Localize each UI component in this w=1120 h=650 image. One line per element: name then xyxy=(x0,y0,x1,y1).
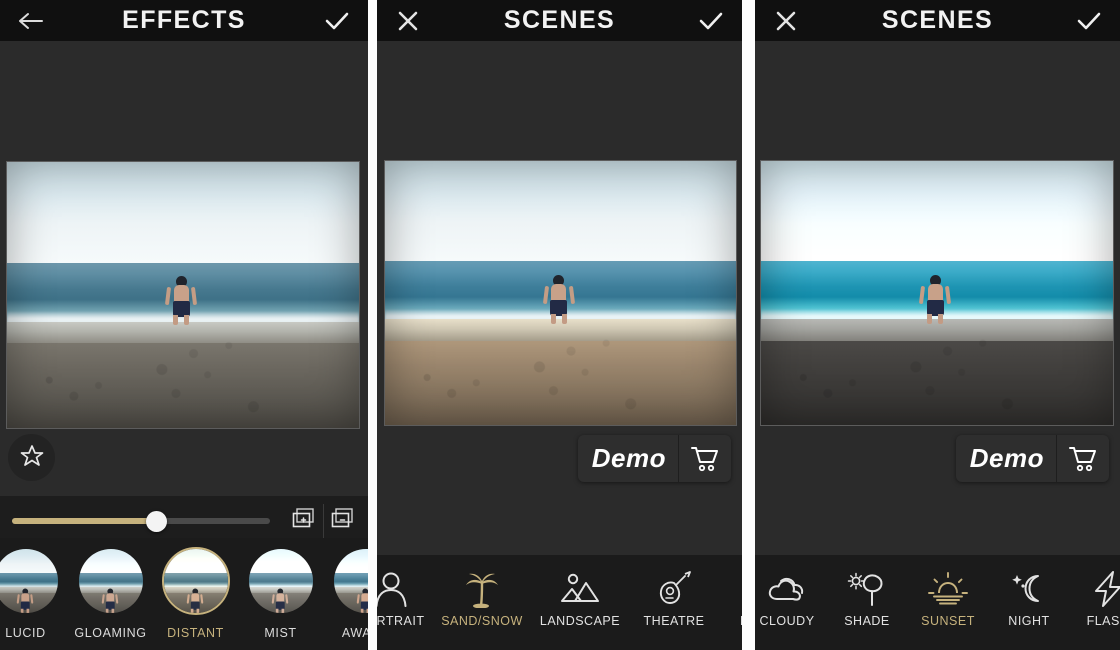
scenes-canvas: Demo xyxy=(377,41,742,650)
moon-stars-icon xyxy=(1007,569,1051,609)
filter-item-gloaming[interactable]: GLOAMING xyxy=(68,547,153,640)
scene-label: FOOD xyxy=(740,614,742,628)
page-title: SCENES xyxy=(881,6,994,34)
scene-label: SUNSET xyxy=(921,614,975,628)
scene-label: CLOUDY xyxy=(759,614,815,628)
scene-item-food[interactable]: FOOD xyxy=(719,555,742,628)
scenes-canvas: Demo xyxy=(755,41,1120,650)
layer-minus-icon xyxy=(330,507,356,536)
scene-label: LANDSCAPE xyxy=(539,614,621,628)
layer-plus-icon xyxy=(291,507,317,536)
scenes-sunset-panel: SCENES Demo CLOUDY SHADE SUNSET NIGHT FL… xyxy=(755,0,1120,650)
scene-item-sunset[interactable]: SUNSET xyxy=(907,555,989,628)
scenes-top-bar: SCENES xyxy=(755,0,1120,41)
scenes-sand-snow-panel: SCENES Demo RTRAIT SAND/SNOW LANDSCAPE T… xyxy=(377,0,742,650)
filter-label: GLOAMING xyxy=(74,626,147,640)
filter-label: DISTANT xyxy=(167,626,224,640)
lightning-bolt-icon xyxy=(1090,569,1120,609)
back-arrow-icon[interactable] xyxy=(14,4,48,38)
demo-purchase-button[interactable]: Demo xyxy=(577,435,731,482)
filter-thumbnail-strip[interactable]: LUCID GLOAMING DISTANT MIST AWA xyxy=(0,538,368,650)
mountains-icon xyxy=(559,569,601,609)
filter-thumbnail xyxy=(77,547,145,615)
filter-thumbnail xyxy=(161,547,230,615)
filter-item-awake[interactable]: AWAKE xyxy=(323,547,368,640)
checkmark-icon[interactable] xyxy=(1072,4,1106,38)
filter-label: MIST xyxy=(264,626,297,640)
scene-label: THEATRE xyxy=(643,614,705,628)
demo-label: Demo xyxy=(591,443,666,473)
filter-label: AWAKE xyxy=(341,626,368,640)
shopping-cart-icon[interactable] xyxy=(1057,435,1109,482)
effects-top-bar: EFFECTS xyxy=(0,0,368,41)
scenes-top-bar: SCENES xyxy=(377,0,742,41)
panel-divider-2 xyxy=(742,0,755,650)
favorite-button[interactable] xyxy=(8,434,55,481)
guitar-icon xyxy=(654,569,694,609)
demo-label: Demo xyxy=(969,443,1044,473)
scene-item-night[interactable]: NIGHT xyxy=(989,555,1069,628)
sunset-icon xyxy=(926,569,970,609)
scene-item-shade[interactable]: SHADE xyxy=(827,555,907,628)
filter-thumbnail xyxy=(247,547,315,615)
scene-item-theatre[interactable]: THEATRE xyxy=(629,555,719,628)
preview-photo[interactable] xyxy=(6,161,360,429)
scene-item-portrait[interactable]: PORTRAIT xyxy=(377,555,433,628)
panel-divider-1 xyxy=(368,0,377,650)
cloud-icon xyxy=(765,569,809,609)
scene-item-landscape[interactable]: LANDSCAPE xyxy=(531,555,629,628)
intensity-slider[interactable] xyxy=(12,510,270,532)
scene-item-sand-snow[interactable]: SAND/SNOW xyxy=(433,555,531,628)
tree-sun-icon xyxy=(845,569,889,609)
screenshot-stage: EFFECTS LUCID GLOAMING DISTANT MIST AWA … xyxy=(0,0,1120,650)
close-icon[interactable] xyxy=(769,4,803,38)
close-icon[interactable] xyxy=(391,4,425,38)
portrait-icon xyxy=(377,569,411,609)
preview-photo[interactable] xyxy=(760,160,1114,426)
demo-purchase-button[interactable]: Demo xyxy=(955,435,1109,482)
shopping-cart-icon[interactable] xyxy=(679,435,731,482)
scene-label: FLASH xyxy=(1086,614,1120,628)
scene-label: PORTRAIT xyxy=(377,614,425,628)
preview-photo[interactable] xyxy=(384,160,737,426)
page-title: SCENES xyxy=(503,6,616,34)
filter-item-distant[interactable]: DISTANT xyxy=(153,547,238,640)
effects-canvas: LUCID GLOAMING DISTANT MIST AWA xyxy=(0,41,368,650)
scenes-strip[interactable]: PORTRAIT SAND/SNOW xyxy=(377,555,742,650)
scene-label: SAND/SNOW xyxy=(441,614,523,628)
slider-knob[interactable] xyxy=(146,510,168,532)
fork-knife-icon xyxy=(739,569,742,609)
star-icon xyxy=(20,444,44,472)
palm-tree-icon xyxy=(462,569,502,609)
filter-thumbnail xyxy=(332,547,368,615)
checkmark-icon[interactable] xyxy=(694,4,728,38)
filter-thumbnail xyxy=(0,547,60,615)
scenes-strip[interactable]: CLOUDY SHADE SUNSET NIGHT FLAS xyxy=(755,555,1120,650)
checkmark-icon[interactable] xyxy=(320,4,354,38)
page-title: EFFECTS xyxy=(122,6,246,34)
scene-label: SHADE xyxy=(844,614,890,628)
scene-item-flash[interactable]: FLASH xyxy=(1069,555,1120,628)
effects-panel: EFFECTS LUCID GLOAMING DISTANT MIST AWA xyxy=(0,0,368,650)
filter-label: LUCID xyxy=(5,626,46,640)
filter-item-lucid[interactable]: LUCID xyxy=(0,547,68,640)
slider-fill xyxy=(12,518,157,524)
scene-item-cloudy[interactable]: CLOUDY xyxy=(755,555,827,628)
filter-item-mist[interactable]: MIST xyxy=(238,547,323,640)
scene-label: NIGHT xyxy=(1008,614,1050,628)
